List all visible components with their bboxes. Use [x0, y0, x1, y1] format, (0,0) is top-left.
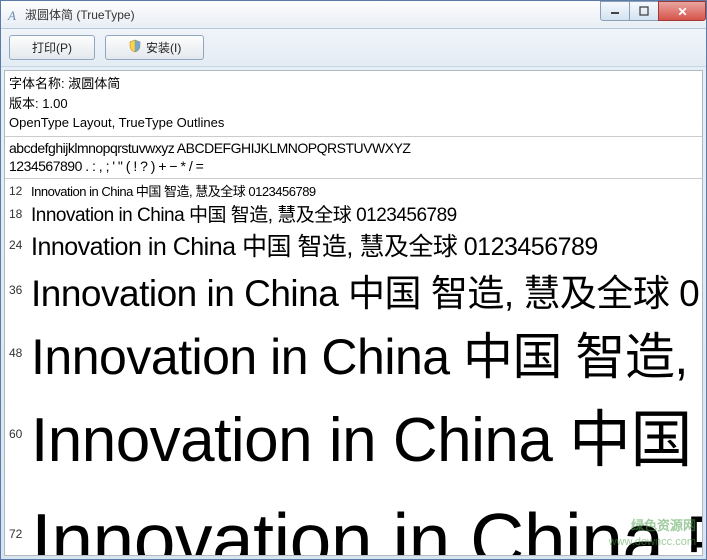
watermark-url: www.downcc.com: [609, 535, 696, 549]
sample-size-label: 60: [9, 427, 31, 441]
sample-text: Innovation in China 中国 智造, 慧及全球 01234567…: [31, 181, 316, 200]
font-outlines: OpenType Layout, TrueType Outlines: [9, 113, 698, 133]
sample-row: 60Innovation in China 中国 智造, 慧及全球 012345…: [9, 389, 702, 479]
sample-text: Innovation in China 中国 智造, 慧及全球 01234567…: [31, 263, 702, 317]
font-viewer-window: A 淑圆体简 (TrueType) 打印(P): [0, 0, 707, 560]
content-area: 字体名称: 淑圆体简 版本: 1.00 OpenType Layout, Tru…: [4, 70, 703, 556]
minimize-button[interactable]: [600, 1, 630, 21]
titlebar[interactable]: A 淑圆体简 (TrueType): [1, 1, 706, 29]
window-title: 淑圆体简 (TrueType): [25, 6, 135, 23]
install-label: 安装(I): [146, 39, 181, 56]
svg-text:A: A: [7, 8, 16, 22]
sample-row: 24Innovation in China 中国 智造, 慧及全球 012345…: [9, 227, 702, 263]
maximize-button[interactable]: [629, 1, 659, 21]
sample-text: Innovation in China 中国 智造, 慧及全球 01234567…: [31, 200, 457, 227]
sample-row: 72Innovation in China 中国 智造, 慧及全球 012345…: [9, 479, 702, 556]
sample-size-label: 48: [9, 346, 31, 360]
font-version-label: 版本:: [9, 96, 39, 111]
toolbar: 打印(P) 安装(I): [1, 29, 706, 67]
font-name-value: 淑圆体简: [68, 76, 120, 91]
sample-text: Innovation in China 中国 智造, 慧及全球 01234567…: [31, 227, 598, 263]
close-button[interactable]: [658, 1, 706, 21]
watermark: 绿色资源网 www.downcc.com: [609, 518, 696, 549]
sample-row: 12Innovation in China 中国 智造, 慧及全球 012345…: [9, 181, 702, 200]
sample-row: 18Innovation in China 中国 智造, 慧及全球 012345…: [9, 200, 702, 227]
font-info: 字体名称: 淑圆体简 版本: 1.00 OpenType Layout, Tru…: [5, 71, 702, 137]
font-name-row: 字体名称: 淑圆体简: [9, 74, 698, 94]
sample-row: 36Innovation in China 中国 智造, 慧及全球 012345…: [9, 263, 702, 317]
glyph-sample: abcdefghijklmnopqrstuvwxyz ABCDEFGHIJKLM…: [5, 137, 702, 180]
sample-size-label: 12: [9, 184, 31, 198]
shield-icon: [128, 39, 142, 56]
glyph-line-1: abcdefghijklmnopqrstuvwxyz ABCDEFGHIJKLM…: [9, 139, 698, 158]
glyph-line-2: 1234567890 . : , ; ' " ( ! ? ) + − * / =: [9, 157, 698, 176]
sample-size-label: 36: [9, 283, 31, 297]
font-version-row: 版本: 1.00: [9, 94, 698, 114]
app-icon: A: [5, 7, 21, 23]
font-version-value: 1.00: [42, 96, 67, 111]
watermark-text: 绿色资源网: [609, 518, 696, 535]
sample-text: Innovation in China 中国 智造, 慧及全球 01234567…: [31, 479, 702, 556]
install-button[interactable]: 安装(I): [105, 35, 204, 60]
sample-text: Innovation in China 中国 智造, 慧及全球 01234567…: [31, 317, 702, 389]
sample-text: Innovation in China 中国 智造, 慧及全球 01234567…: [31, 389, 702, 479]
window-controls: [601, 1, 706, 21]
sample-size-label: 24: [9, 238, 31, 252]
print-button[interactable]: 打印(P): [9, 35, 95, 60]
sample-row: 48Innovation in China 中国 智造, 慧及全球 012345…: [9, 317, 702, 389]
sample-size-label: 18: [9, 207, 31, 221]
print-label: 打印(P): [32, 39, 72, 56]
font-name-label: 字体名称:: [9, 76, 65, 91]
sample-size-label: 72: [9, 527, 31, 541]
sample-list: 12Innovation in China 中国 智造, 慧及全球 012345…: [5, 179, 702, 556]
